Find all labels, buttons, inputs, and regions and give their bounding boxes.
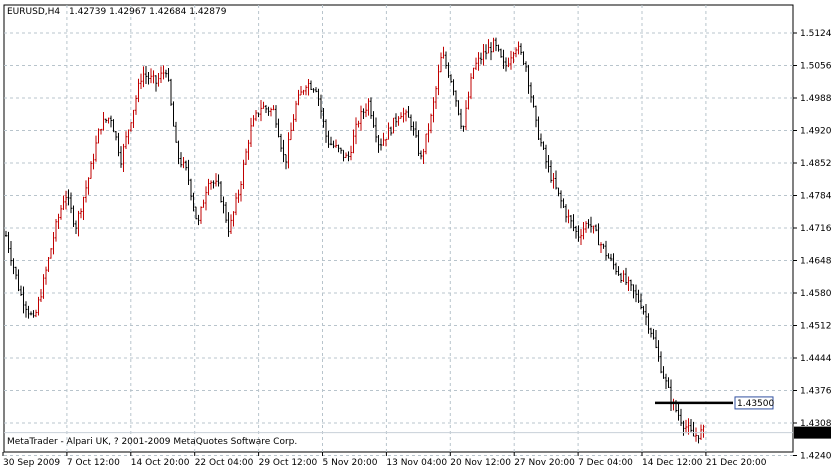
y-tick-label: 1.50560	[800, 62, 831, 72]
x-tick-label: 14 Dec 12:00	[642, 458, 703, 468]
x-tick-label: 14 Oct 20:00	[131, 458, 190, 468]
x-axis: 30 Sep 2009 7 Oct 12:00 14 Oct 20:00 22 Oct…	[2, 452, 767, 468]
x-tick-label: 29 Oct 12:00	[259, 458, 318, 468]
x-tick-label: 21 Dec 20:00	[706, 458, 767, 468]
x-tick-label: 7 Oct 12:00	[67, 458, 120, 468]
x-tick-label: 7 Dec 04:00	[578, 458, 633, 468]
ohlc-values: 1.42739 1.42967 1.42684 1.42879	[69, 7, 227, 17]
y-tick-label: 1.43760	[800, 387, 831, 397]
y-tick-label: 1.47840	[800, 192, 831, 202]
y-tick-label: 1.45120	[800, 322, 831, 332]
y-tick-label: 1.44440	[800, 354, 831, 364]
price-chart: 1.51240 1.50560 1.49880 1.49200 1.48520 1.478…	[2, 4, 831, 468]
y-tick-label: 1.48520	[800, 159, 831, 169]
y-tick-label: 1.42400	[800, 452, 831, 462]
current-price-label: 1.42879	[796, 429, 831, 439]
x-tick-label: 30 Sep 2009	[3, 458, 60, 468]
x-tick-label: 27 Nov 20:00	[514, 458, 575, 468]
copyright-text: MetaTrader - Alpari UK, ? 2001-2009 Meta…	[7, 437, 297, 447]
price-line-label: 1.43500	[737, 399, 774, 409]
y-tick-label: 1.47160	[800, 224, 831, 234]
plot-area	[3, 4, 794, 453]
y-tick-label: 1.49200	[800, 127, 831, 137]
y-axis: 1.51240 1.50560 1.49880 1.49200 1.48520 1.478…	[793, 29, 831, 462]
x-tick-label: 20 Nov 12:00	[450, 458, 511, 468]
y-tick-label: 1.51240	[800, 29, 831, 39]
chart-title: EURUSD,H4 1.42739 1.42967 1.42684 1.4287…	[7, 7, 227, 17]
x-tick-label: 5 Nov 20:00	[323, 458, 378, 468]
y-tick-label: 1.49880	[800, 94, 831, 104]
y-tick-label: 1.46480	[800, 257, 831, 267]
x-tick-label: 13 Nov 04:00	[386, 458, 447, 468]
y-tick-label: 1.45800	[800, 289, 831, 299]
symbol-label: EURUSD,H4	[7, 7, 60, 17]
x-tick-label: 22 Oct 04:00	[195, 458, 254, 468]
